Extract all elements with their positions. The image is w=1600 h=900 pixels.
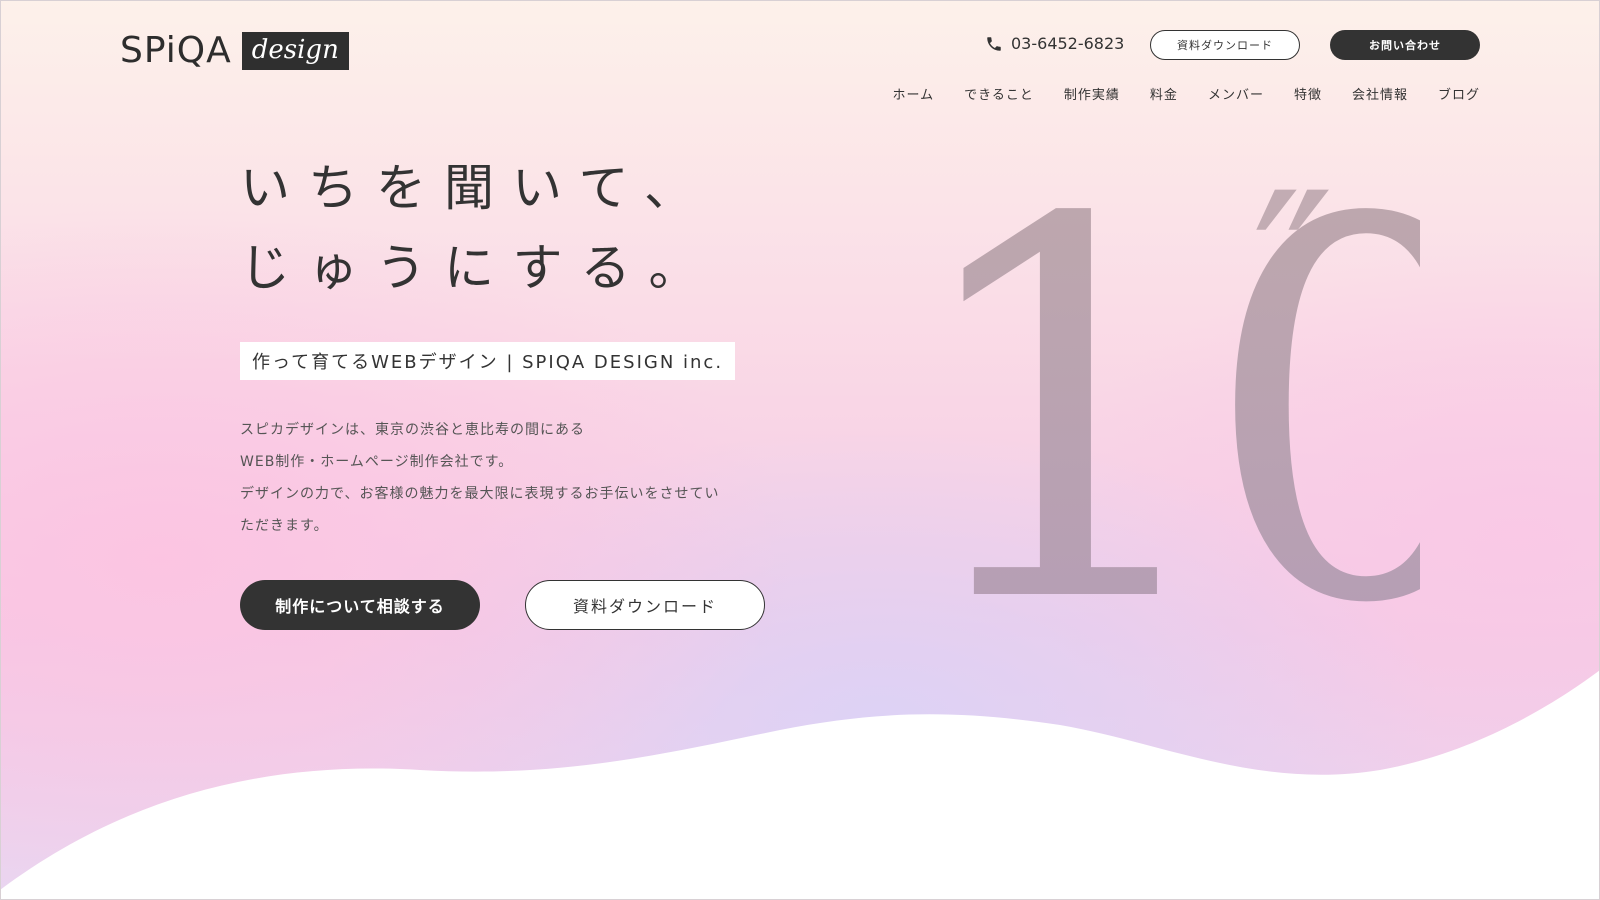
big-number-mark: ″ — [1252, 170, 1334, 402]
header-download-button[interactable]: 資料ダウンロード — [1150, 30, 1300, 60]
nav-item-company[interactable]: 会社情報 — [1352, 84, 1408, 103]
header-contact-button[interactable]: お問い合わせ — [1330, 30, 1480, 60]
consult-button[interactable]: 制作について相談する — [240, 580, 480, 630]
nav-item-features[interactable]: 特徴 — [1294, 84, 1322, 103]
logo-wordmark: SPiQA — [120, 30, 232, 71]
hero-description: スピカデザインは、東京の渋谷と恵比寿の間にある WEB制作・ホームページ制作会社… — [240, 414, 800, 542]
nav-item-pricing[interactable]: 料金 — [1150, 84, 1178, 103]
hero-headline: いちを聞いて、 じゅうにする。 — [240, 148, 717, 308]
desc-line: デザインの力で、お客様の魅力を最大限に表現するお手伝いをさせてい — [240, 486, 720, 502]
logo-tag: design — [241, 31, 349, 70]
download-button[interactable]: 資料ダウンロード — [525, 580, 765, 630]
nav-item-blog[interactable]: ブログ — [1438, 84, 1480, 103]
hero-headline-line1: いちを聞いて、 — [240, 159, 712, 217]
big-number-text: 10 — [900, 170, 1420, 610]
desc-line: ただきます。 — [240, 518, 329, 534]
main-nav: ホーム できること 制作実績 料金 メンバー 特徴 会社情報 ブログ — [893, 84, 1480, 103]
phone-number[interactable]: 03-6452-6823 — [985, 34, 1124, 53]
nav-item-members[interactable]: メンバー — [1208, 84, 1264, 103]
phone-text: 03-6452-6823 — [1011, 34, 1125, 53]
logo[interactable]: SPiQA design — [120, 30, 349, 71]
phone-icon — [987, 36, 1001, 51]
nav-item-works[interactable]: 制作実績 — [1064, 84, 1120, 103]
hero-subtitle: 作って育てるWEBデザイン | SPIQA DESIGN inc. — [240, 342, 736, 380]
desc-line: WEB制作・ホームページ制作会社です。 — [240, 454, 514, 470]
desc-line: スピカデザインは、東京の渋谷と恵比寿の間にある — [240, 422, 585, 438]
nav-item-services[interactable]: できること — [964, 84, 1034, 103]
big-number-graphic: 10 ″ — [900, 170, 1420, 610]
hero-headline-line2: じゅうにする。 — [240, 239, 717, 297]
page: SPiQA design 03-6452-6823 資料ダウンロード お問い合わ… — [0, 0, 1600, 900]
bottom-wave — [0, 670, 1600, 900]
nav-item-home[interactable]: ホーム — [893, 84, 935, 103]
